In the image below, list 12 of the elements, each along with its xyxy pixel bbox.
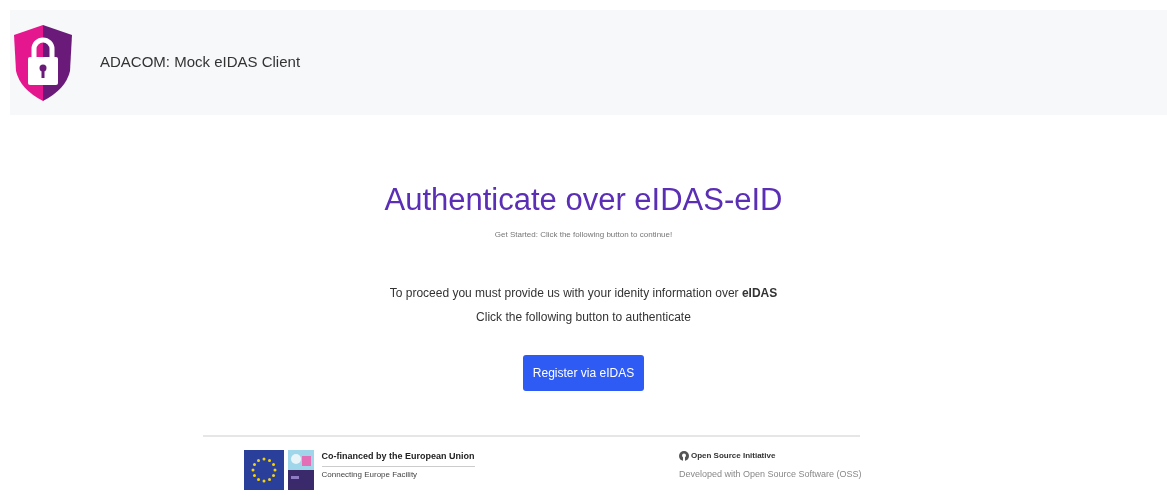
instruction-text: Click the following button to authenticate (476, 309, 691, 325)
osi-title: Open Source Initiative (690, 450, 776, 462)
page-heading: Authenticate over eIDAS-eID (384, 181, 783, 219)
eu-funding-subtitle: Connecting Europe Facility (321, 468, 419, 481)
eu-funding-title: Co-financed by the European Union (321, 450, 475, 467)
register-button[interactable]: Register via eIDAS (522, 355, 645, 391)
osi-keyhole-icon (678, 451, 689, 461)
oss-note: Developed with Open Source Software (OSS) (678, 468, 862, 481)
instruction-text: To proceed you must provide us with your idenity information over eIDAS (389, 285, 778, 301)
flag-icon (243, 450, 284, 490)
subheading: Get Started: Click the following button to continue! (494, 229, 673, 241)
app-title: ADACOM: Mock eIDAS Client (100, 52, 301, 73)
